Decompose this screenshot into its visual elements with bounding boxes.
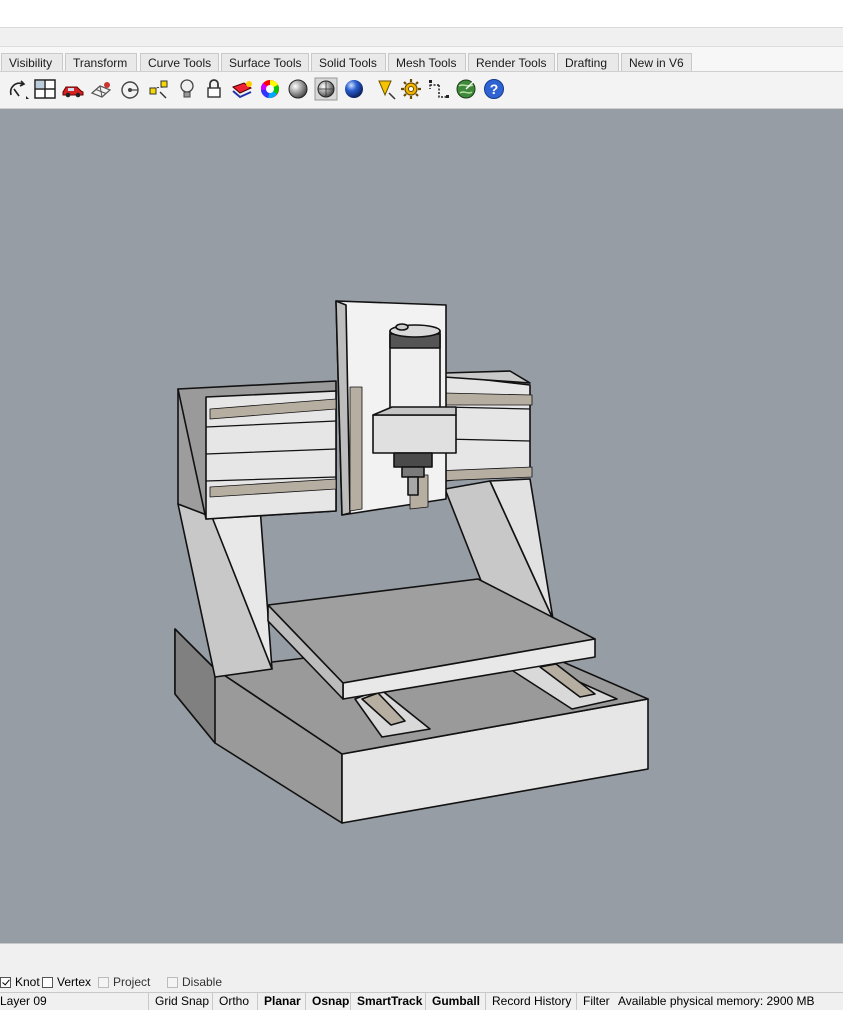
grid-snap-toggle[interactable]: Grid Snap <box>148 993 211 1010</box>
record-history-toggle[interactable]: Record History <box>485 993 576 1010</box>
knot-checkbox[interactable] <box>0 977 11 988</box>
status-bar: Layer 09 Grid Snap Ortho Planar Osnap Sm… <box>0 992 843 1010</box>
osnap-vertex[interactable]: Vertex <box>42 974 91 990</box>
tab-surface-tools[interactable]: Surface Tools <box>221 53 309 71</box>
ghosted-sphere-icon[interactable] <box>314 77 338 101</box>
current-layer[interactable]: Layer 09 <box>0 993 146 1010</box>
osnap-toggle[interactable]: Osnap <box>305 993 349 1010</box>
color-wheel-icon[interactable] <box>258 77 282 101</box>
tab-visibility[interactable]: Visibility <box>1 53 63 71</box>
command-history-area[interactable] <box>0 0 843 28</box>
disable-checkbox[interactable] <box>167 977 178 988</box>
project-checkbox[interactable] <box>98 977 109 988</box>
osnap-project[interactable]: Project <box>98 974 150 990</box>
viewport-bottom-gap <box>0 943 843 972</box>
vertex-checkbox[interactable] <box>42 977 53 988</box>
gumball-toggle[interactable]: Gumball <box>425 993 484 1010</box>
shaded-sphere-icon[interactable] <box>286 77 310 101</box>
filter-toggle[interactable]: Filter <box>576 993 616 1010</box>
select-points-icon[interactable] <box>147 77 171 101</box>
wireframe-object-icon[interactable] <box>89 77 113 101</box>
osnap-disable[interactable]: Disable <box>167 974 222 990</box>
light-bulb-icon[interactable] <box>175 77 199 101</box>
icon-toolbar: ? <box>0 71 843 109</box>
cone-light-icon[interactable] <box>373 77 397 101</box>
tab-render-tools[interactable]: Render Tools <box>468 53 555 71</box>
ortho-toggle[interactable]: Ortho <box>212 993 256 1010</box>
layer-paint-icon[interactable] <box>230 77 254 101</box>
car-render-icon[interactable] <box>61 77 85 101</box>
tab-new-in-v6[interactable]: New in V6 <box>621 53 692 71</box>
tab-mesh-tools[interactable]: Mesh Tools <box>388 53 466 71</box>
tab-drafting[interactable]: Drafting <box>557 53 619 71</box>
perspective-viewport[interactable] <box>0 109 843 943</box>
lock-icon[interactable] <box>202 77 226 101</box>
settings-gear-icon[interactable] <box>399 77 423 101</box>
osnap-bar: Knot Vertex Project Disable <box>0 971 843 992</box>
tab-curve-tools[interactable]: Curve Tools <box>140 53 219 71</box>
globe-icon[interactable] <box>454 77 478 101</box>
cnc-machine-model <box>174 300 649 824</box>
lasso-rotate-icon[interactable] <box>6 77 30 101</box>
dimension-icon[interactable] <box>427 77 451 101</box>
disable-label: Disable <box>182 975 223 989</box>
svg-text:?: ? <box>490 81 499 97</box>
circle-target-icon[interactable] <box>118 77 142 101</box>
help-icon[interactable]: ? <box>482 77 506 101</box>
osnap-knot[interactable]: Knot <box>0 974 40 990</box>
project-label: Project <box>113 975 151 989</box>
rendered-sphere-icon[interactable] <box>342 77 366 101</box>
smarttrack-toggle[interactable]: SmartTrack <box>350 993 425 1010</box>
four-viewports-icon[interactable] <box>33 77 57 101</box>
tab-transform[interactable]: Transform <box>65 53 137 71</box>
tab-solid-tools[interactable]: Solid Tools <box>311 53 386 71</box>
knot-label: Knot <box>15 975 40 989</box>
toolbar-tab-bar: Visibility Transform Curve Tools Surface… <box>0 46 843 72</box>
vertex-label: Vertex <box>57 975 92 989</box>
command-prompt-gap <box>0 28 843 46</box>
memory-status: Available physical memory: 2900 MB <box>618 994 815 1008</box>
planar-toggle[interactable]: Planar <box>257 993 304 1010</box>
